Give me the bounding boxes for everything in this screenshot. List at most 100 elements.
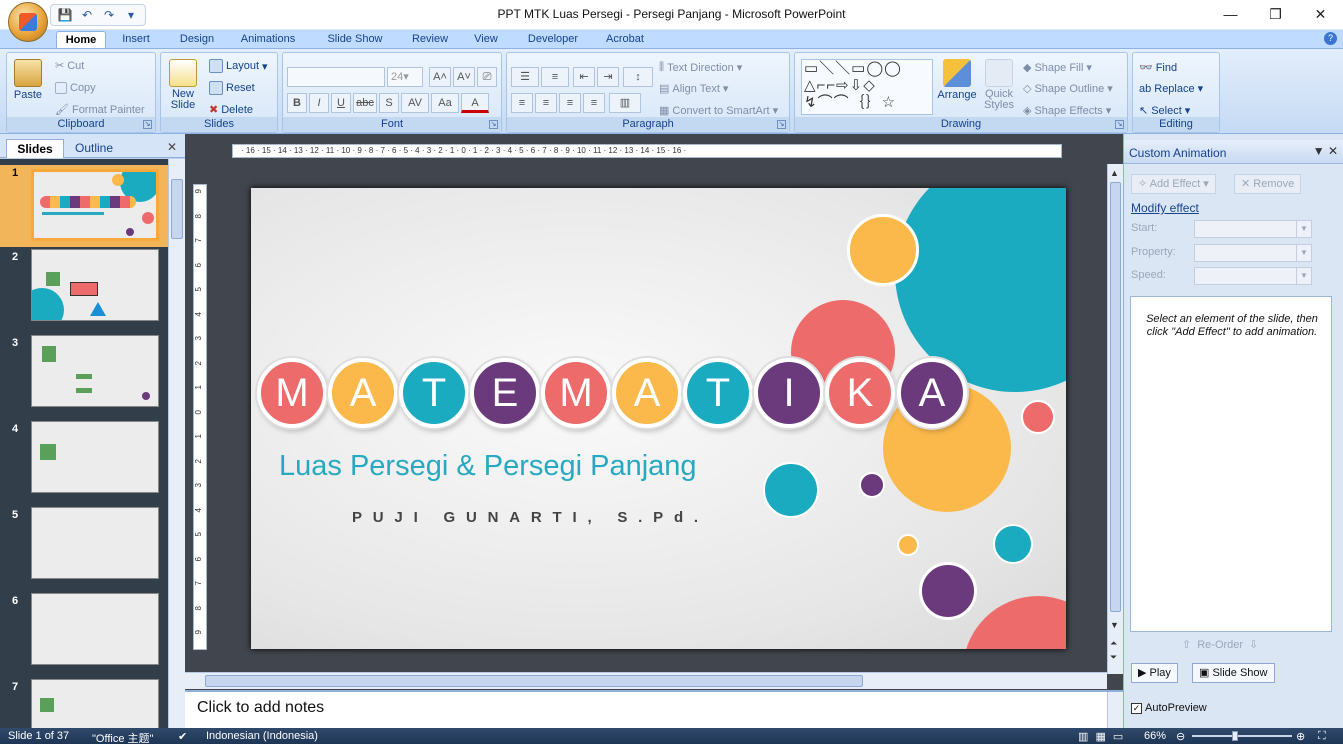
thumbnail-row-6[interactable]: 6 <box>0 593 168 677</box>
zoom-slider[interactable] <box>1192 735 1292 737</box>
arrange-button[interactable]: Arrange <box>937 59 977 101</box>
new-slide-button[interactable]: New Slide <box>165 59 201 111</box>
language-indicator[interactable]: Indonesian (Indonesia) <box>206 730 318 742</box>
start-select[interactable]: ▼ <box>1194 220 1312 238</box>
paragraph-launcher-icon[interactable]: ↘ <box>777 120 786 129</box>
strikethrough-icon[interactable]: abc <box>353 93 377 113</box>
shrink-font-icon[interactable]: A˅ <box>453 67 475 87</box>
increase-indent-icon[interactable]: ⇥ <box>597 67 619 87</box>
close-pane-icon[interactable]: ✕ <box>1328 144 1338 158</box>
play-button[interactable]: ▶ Play <box>1131 663 1178 683</box>
thumbnail-row-3[interactable]: 3 <box>0 335 168 419</box>
slide-show-button[interactable]: ▣ Slide Show <box>1192 663 1275 683</box>
align-center-icon[interactable]: ≡ <box>535 93 557 113</box>
slide-subtitle[interactable]: Luas Persegi & Persegi Panjang <box>279 450 697 483</box>
view-buttons[interactable]: ▥ ▦ ▭ <box>1078 730 1125 743</box>
tab-slides[interactable]: Slides <box>6 139 64 158</box>
paste-button[interactable]: Paste <box>13 59 43 101</box>
find-button[interactable]: 👓 Find <box>1139 61 1177 75</box>
align-left-icon[interactable]: ≡ <box>511 93 533 113</box>
remove-button[interactable]: ✕ Remove <box>1234 174 1302 194</box>
replace-button[interactable]: ab Replace ▾ <box>1139 82 1203 96</box>
fit-to-window-icon[interactable]: ⛶ <box>1318 730 1326 743</box>
align-right-icon[interactable]: ≡ <box>559 93 581 113</box>
vertical-scrollbar[interactable]: ▲ ▼ ⏶ ⏷ <box>1107 164 1123 674</box>
scroll-thumb[interactable] <box>205 675 863 687</box>
scroll-thumb[interactable] <box>1110 182 1121 612</box>
grow-font-icon[interactable]: A˄ <box>429 67 451 87</box>
change-case-icon[interactable]: Aa <box>431 93 459 113</box>
thumbnail-row-1[interactable]: 1 <box>0 165 168 247</box>
animation-list[interactable]: Select an element of the slide, then cli… <box>1130 296 1332 632</box>
tab-view[interactable]: View <box>467 31 505 48</box>
tab-review[interactable]: Review <box>404 31 456 48</box>
notes-placeholder[interactable]: Click to add notes <box>197 699 324 717</box>
autopreview-checkbox[interactable]: ✓ AutoPreview <box>1131 702 1207 714</box>
add-effect-button[interactable]: ✧ Add Effect ▾ <box>1131 174 1216 194</box>
close-pane-icon[interactable]: ✕ <box>167 140 177 154</box>
zoom-level[interactable]: 66% <box>1144 730 1166 742</box>
clear-formatting-icon[interactable]: ⎚ <box>477 67 497 87</box>
move-down-icon[interactable]: ⇩ <box>1249 638 1258 651</box>
slide-thumbnail-3[interactable] <box>31 335 159 407</box>
scroll-down-icon[interactable]: ▼ <box>1110 620 1119 630</box>
zoom-slider-thumb[interactable] <box>1232 731 1238 741</box>
minimize-button[interactable]: — <box>1208 0 1253 28</box>
thumbnail-row-5[interactable]: 5 <box>0 507 168 591</box>
text-direction-button[interactable]: ⫼ Text Direction ▾ <box>659 61 742 74</box>
thumbnail-row-4[interactable]: 4 <box>0 421 168 505</box>
quick-styles-button[interactable]: Quick Styles <box>981 59 1017 111</box>
shape-outline-button[interactable]: ◇ Shape Outline ▾ <box>1023 82 1113 96</box>
tab-acrobat[interactable]: Acrobat <box>600 31 650 48</box>
move-up-icon[interactable]: ⇧ <box>1182 638 1191 651</box>
pane-menu-icon[interactable]: ▼ <box>1313 144 1325 158</box>
restore-button[interactable]: ❐ <box>1253 0 1298 28</box>
shape-effects-button[interactable]: ◈ Shape Effects ▾ <box>1023 104 1111 118</box>
spell-check-icon[interactable]: ✔ <box>178 730 187 743</box>
numbering-icon[interactable]: ≡ <box>541 67 569 87</box>
property-select[interactable]: ▼ <box>1194 244 1312 262</box>
slide-thumbnail-1[interactable] <box>31 169 159 241</box>
next-slide-icon[interactable]: ⏷ <box>1110 652 1117 663</box>
char-spacing-icon[interactable]: AV <box>401 93 429 113</box>
slide-thumbnail-5[interactable] <box>31 507 159 579</box>
italic-icon[interactable]: I <box>309 93 329 113</box>
align-text-button[interactable]: ▤ Align Text ▾ <box>659 82 728 96</box>
shape-fill-button[interactable]: ◆ Shape Fill ▾ <box>1023 61 1092 75</box>
drawing-launcher-icon[interactable]: ↘ <box>1115 120 1124 129</box>
notes-scrollbar[interactable] <box>1107 692 1123 728</box>
delete-button[interactable]: ✖ Delete <box>209 103 253 117</box>
shapes-gallery[interactable]: ▭＼＼▭◯◯ △⌐⌐⇨⇩◇ ↯⌒⌒｛｝☆ <box>801 59 933 115</box>
reset-button[interactable]: Reset <box>209 81 255 95</box>
format-painter-button[interactable]: 🖌 Format Painter <box>55 103 145 117</box>
notes-pane[interactable]: Click to add notes <box>185 690 1123 728</box>
bullets-icon[interactable]: ☰ <box>511 67 539 87</box>
decrease-indent-icon[interactable]: ⇤ <box>573 67 595 87</box>
tab-slide-show[interactable]: Slide Show <box>320 31 390 48</box>
theme-name[interactable]: "Office 主题" <box>92 730 153 744</box>
slide-thumbnail-2[interactable] <box>31 249 159 321</box>
thumbnail-row-2[interactable]: 2 <box>0 249 168 333</box>
layout-button[interactable]: Layout ▾ <box>209 59 268 73</box>
line-spacing-icon[interactable]: ↕ <box>623 67 653 87</box>
copy-button[interactable]: Copy <box>55 82 96 94</box>
underline-icon[interactable]: U <box>331 93 351 113</box>
clipboard-launcher-icon[interactable]: ↘ <box>143 120 152 129</box>
cut-button[interactable]: ✂ Cut <box>55 59 84 73</box>
tab-developer[interactable]: Developer <box>520 31 586 48</box>
tab-design[interactable]: Design <box>172 31 222 48</box>
font-color-icon[interactable]: A <box>461 93 489 113</box>
select-button[interactable]: ↖ Select ▾ <box>1139 104 1190 118</box>
font-name-box[interactable] <box>287 67 385 87</box>
scroll-up-icon[interactable]: ▲ <box>1110 168 1119 178</box>
font-launcher-icon[interactable]: ↘ <box>489 120 498 129</box>
columns-icon[interactable]: ▥ <box>609 93 641 113</box>
bold-icon[interactable]: B <box>287 93 307 113</box>
office-button[interactable] <box>8 2 48 42</box>
tab-outline[interactable]: Outline <box>66 139 122 158</box>
thumbnail-row-7[interactable]: 7 <box>0 679 168 728</box>
shadow-icon[interactable]: S <box>379 93 399 113</box>
tab-insert[interactable]: Insert <box>114 31 158 48</box>
font-size-box[interactable]: 24▾ <box>387 67 423 87</box>
slide-author[interactable]: PUJI GUNARTI, S.Pd. <box>352 509 709 526</box>
